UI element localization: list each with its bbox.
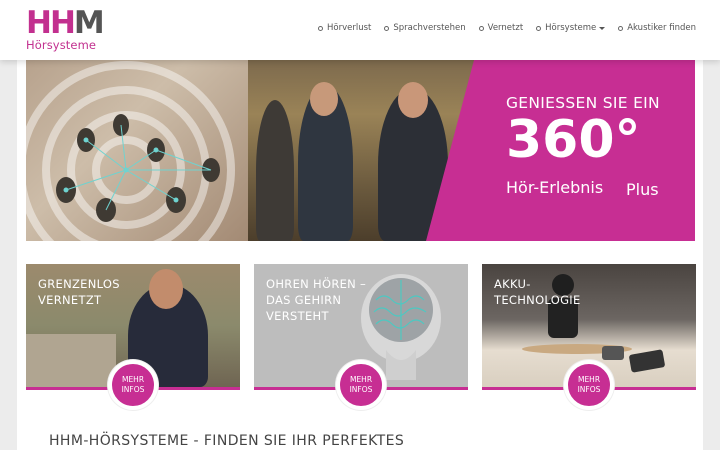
caret-down-icon [599, 26, 606, 30]
circle-bullet-icon [618, 25, 624, 31]
circle-bullet-icon [318, 25, 323, 31]
circle-bullet-icon [536, 25, 542, 31]
nav-item-sprachverstehen[interactable]: Sprachverstehen [384, 23, 466, 33]
nav-label: Vernetzt [487, 23, 524, 33]
hero-restaurant-image [26, 60, 248, 241]
main-content: GENIESSEN SIE EIN 360° Plus Hör-Erlebnis… [17, 60, 703, 450]
more-info-button[interactable]: MEHR INFOS [336, 360, 386, 410]
nav-label: Hörverlust [327, 23, 372, 33]
card-title: AKKU- TECHNOLOGIE [494, 277, 581, 307]
logo[interactable]: HHM Hörsysteme [26, 5, 105, 53]
card-title: OHREN HÖREN – DAS GEHIRN VERSTEHT [266, 277, 367, 323]
nav-item-hoersysteme[interactable]: Hörsysteme [536, 23, 606, 33]
main-nav: Hörverlust Sprachverstehen Vernetzt Hörs… [318, 23, 696, 33]
hero-360: 360° [506, 110, 641, 170]
more-info-button[interactable]: MEHR INFOS [108, 360, 158, 410]
nav-label: Akustiker finden [627, 23, 696, 33]
logo-mark: HHM [26, 5, 105, 41]
card-title: GRENZENLOS VERNETZT [38, 277, 120, 307]
sound-rings-graphic [26, 61, 235, 241]
nav-label: Sprachverstehen [393, 23, 466, 33]
nav-item-hoerverlust[interactable]: Hörverlust [318, 23, 371, 33]
section-heading: HHM-HÖRSYSTEME - FINDEN SIE IHR PERFEKTE… [49, 433, 405, 449]
hero-headline: GENIESSEN SIE EIN 360° Plus Hör-Erlebnis [506, 94, 660, 199]
nav-item-vernetzt[interactable]: Vernetzt [478, 23, 524, 33]
hero-plus: Plus [626, 180, 659, 199]
more-info-button[interactable]: MEHR INFOS [564, 360, 614, 410]
logo-subtitle: Hörsysteme [26, 38, 97, 52]
site-header: HHM Hörsysteme Hörverlust Sprachverstehe… [0, 0, 720, 60]
circle-bullet-icon [478, 25, 484, 31]
circle-bullet-icon [384, 25, 390, 31]
nav-item-akustiker-finden[interactable]: Akustiker finden [618, 23, 696, 33]
nav-label: Hörsysteme [545, 23, 597, 33]
hero-banner[interactable]: GENIESSEN SIE EIN 360° Plus Hör-Erlebnis [26, 60, 695, 241]
